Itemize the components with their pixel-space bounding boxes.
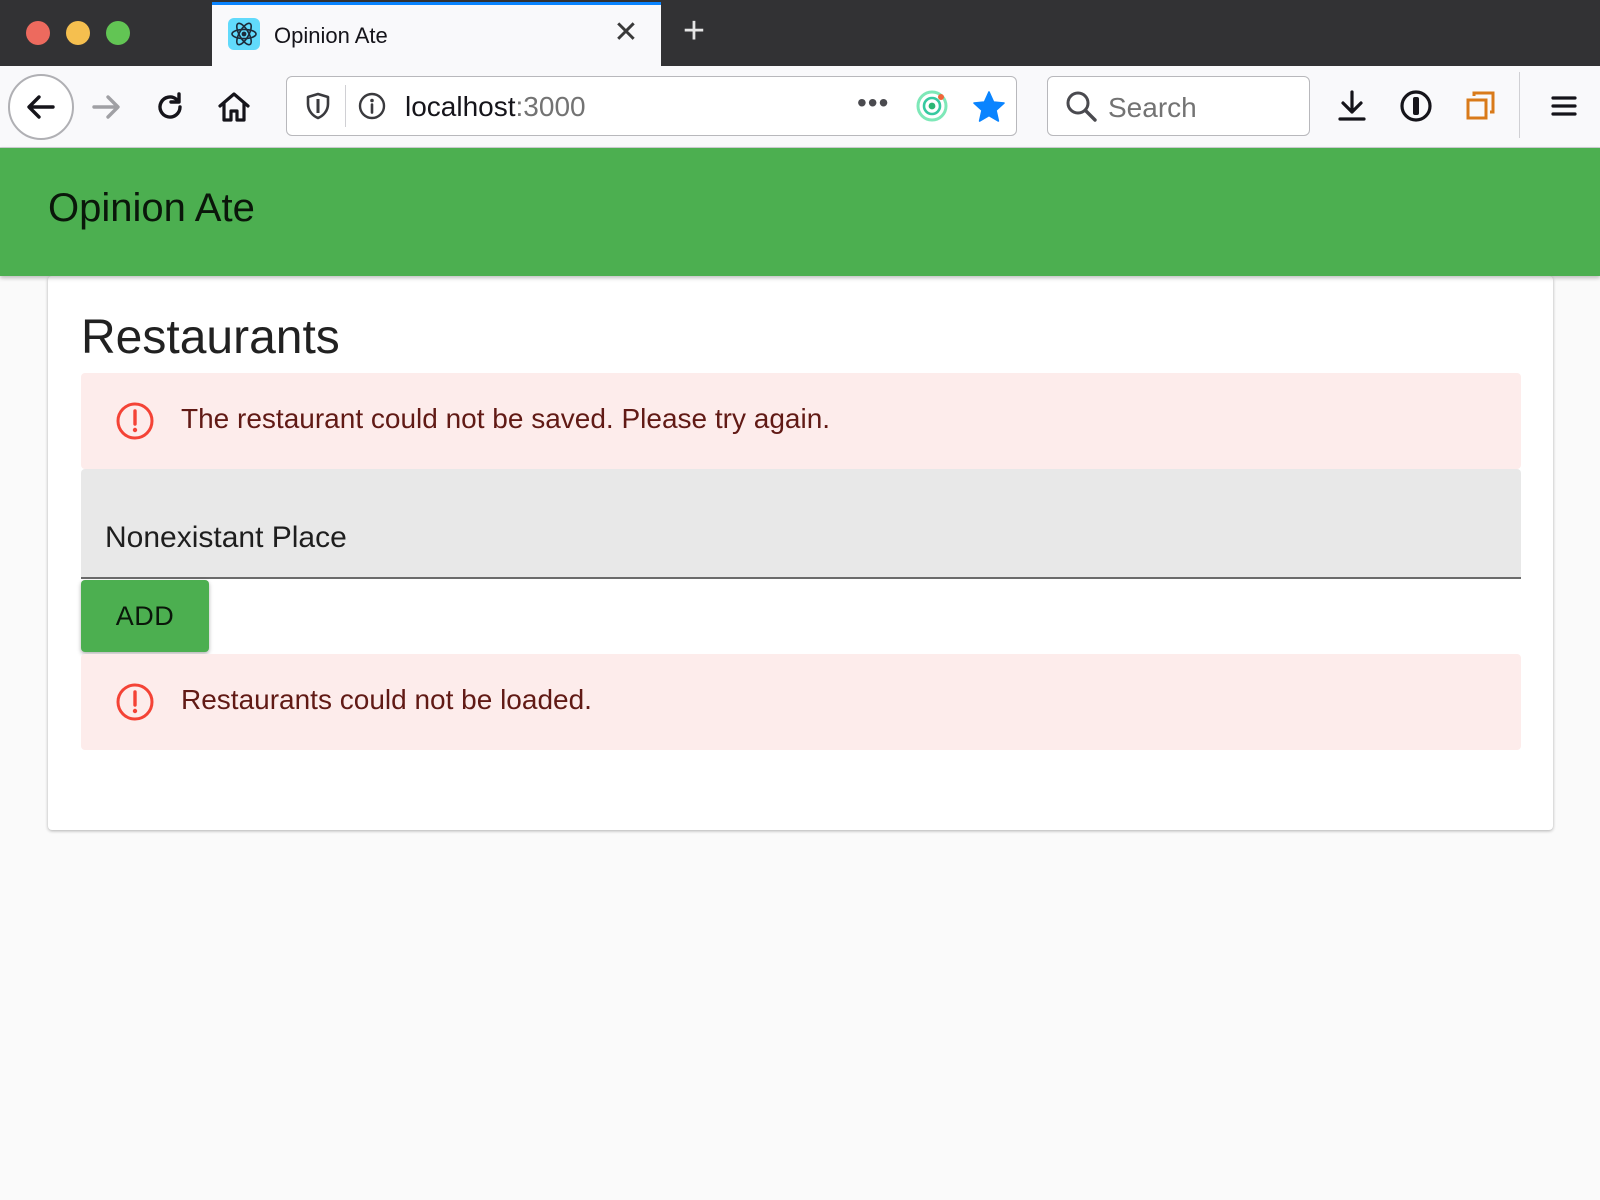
- container-window-icon: [1466, 91, 1495, 120]
- toolbar-divider: [1519, 72, 1520, 138]
- container-tabs-button[interactable]: [1456, 82, 1504, 130]
- address-bar[interactable]: localhost:3000 •••: [286, 76, 1017, 136]
- window-close-button[interactable]: [26, 21, 50, 45]
- browser-toolbar: localhost:3000 ••• Search: [0, 66, 1600, 148]
- react-atom-icon: [228, 18, 260, 50]
- add-button[interactable]: ADD: [81, 580, 209, 652]
- site-info-icon[interactable]: [357, 91, 387, 126]
- arrow-right-icon: [92, 95, 120, 119]
- app-title: Opinion Ate: [48, 186, 255, 230]
- reload-button[interactable]: [146, 83, 194, 131]
- tracking-protection-shield-icon[interactable]: [303, 91, 333, 126]
- reload-icon: [158, 92, 182, 119]
- address-bar-divider: [345, 85, 346, 127]
- page-actions-menu-icon[interactable]: •••: [857, 87, 889, 119]
- arrow-left-icon: [27, 95, 55, 119]
- window-maximize-button[interactable]: [106, 21, 130, 45]
- url-port: :3000: [515, 91, 586, 122]
- home-icon: [218, 92, 250, 122]
- tab-title: Opinion Ate: [274, 23, 388, 48]
- bookmark-star-icon[interactable]: [971, 89, 1007, 130]
- window-minimize-button[interactable]: [66, 21, 90, 45]
- restaurant-name-value[interactable]: Nonexistant Place: [105, 521, 347, 555]
- home-button[interactable]: [210, 83, 258, 131]
- download-icon: [1338, 90, 1366, 121]
- search-icon: [1064, 89, 1098, 128]
- password-manager-button[interactable]: [1392, 82, 1440, 130]
- save-error-message: The restaurant could not be saved. Pleas…: [181, 403, 831, 434]
- hamburger-menu-icon: [1551, 96, 1577, 116]
- url-text[interactable]: localhost:3000: [405, 91, 586, 123]
- app-menu-button[interactable]: [1540, 82, 1588, 130]
- url-host: localhost: [405, 91, 516, 122]
- restaurants-card: Restaurants The restaurant could not be …: [48, 276, 1553, 830]
- load-error-message: Restaurants could not be loaded.: [181, 684, 592, 715]
- save-error-alert: The restaurant could not be saved. Pleas…: [81, 373, 1521, 469]
- error-icon: [115, 401, 155, 446]
- page-title: Restaurants: [81, 311, 340, 364]
- error-icon: [115, 682, 155, 727]
- restaurant-name-field[interactable]: Nonexistant Place: [81, 469, 1521, 579]
- downloads-button[interactable]: [1328, 82, 1376, 130]
- search-bar[interactable]: Search: [1047, 76, 1310, 136]
- new-tab-button[interactable]: +: [676, 12, 712, 50]
- app-header: Opinion Ate: [0, 148, 1600, 276]
- password-manager-icon: [1400, 90, 1432, 122]
- browser-tab-active[interactable]: Opinion Ate ✕: [212, 2, 661, 66]
- search-placeholder: Search: [1108, 92, 1197, 123]
- back-button[interactable]: [8, 74, 74, 140]
- browser-tab-strip: Opinion Ate ✕ +: [0, 0, 1600, 66]
- extension-target-icon[interactable]: [915, 89, 949, 128]
- forward-button[interactable]: [82, 83, 130, 131]
- load-error-alert: Restaurants could not be loaded.: [81, 654, 1521, 750]
- tab-close-icon[interactable]: ✕: [610, 17, 642, 49]
